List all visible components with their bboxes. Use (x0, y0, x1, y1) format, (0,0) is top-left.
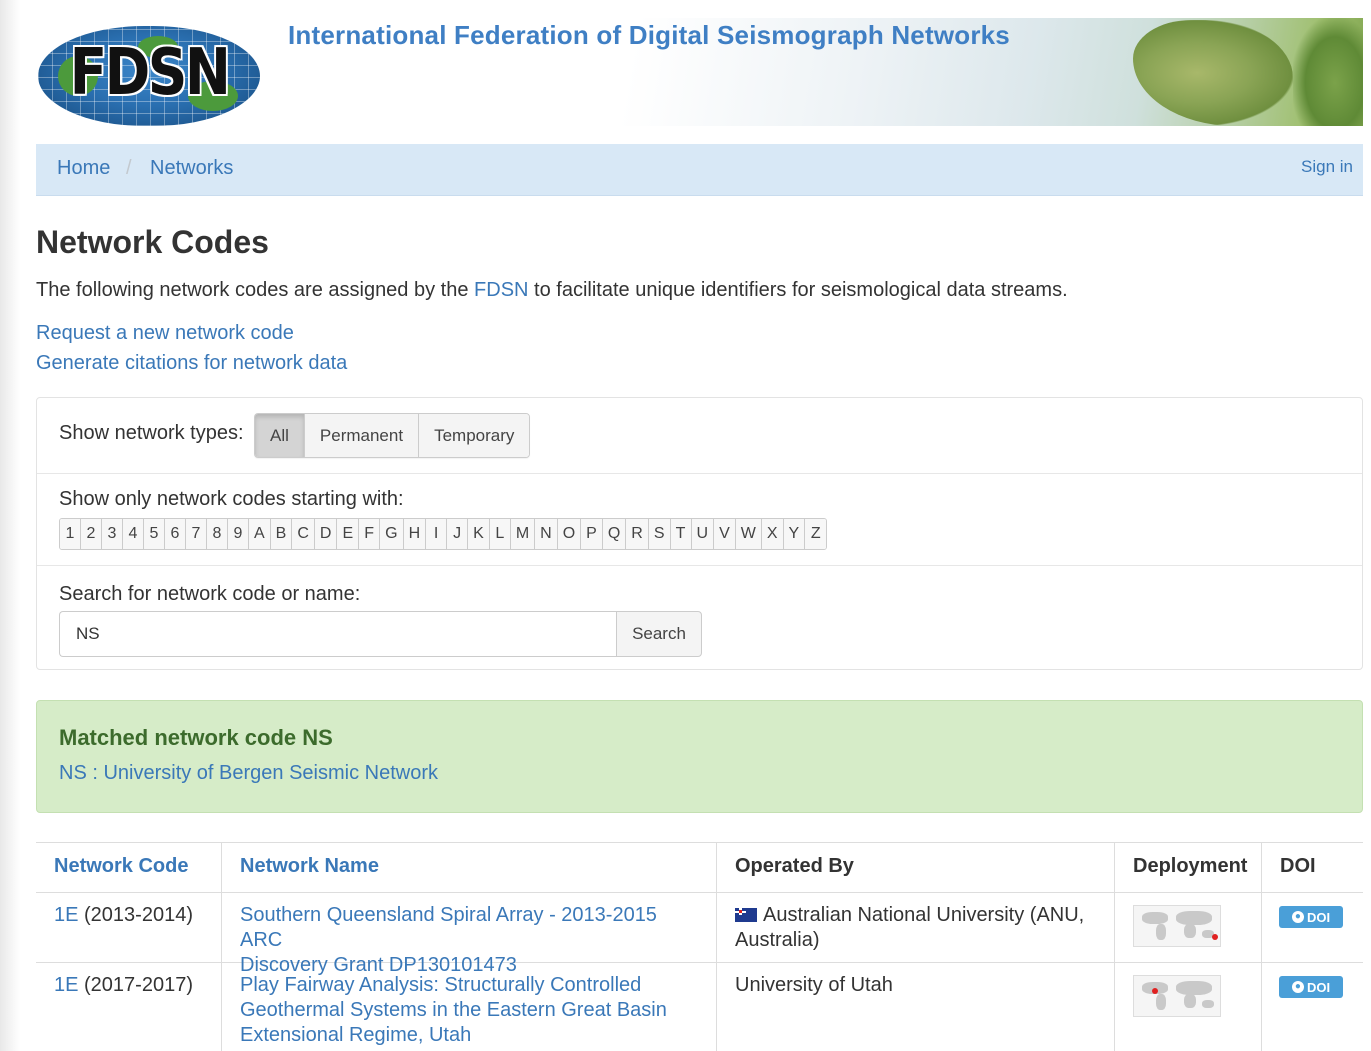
matched-network-link[interactable]: NS : University of Bergen Seismic Networ… (59, 762, 438, 785)
network-type-toggle: All Permanent Temporary (254, 413, 531, 458)
type-all-button[interactable]: All (255, 414, 305, 457)
panel-divider (37, 565, 1362, 566)
deployment-map-icon[interactable] (1133, 975, 1221, 1017)
network-types-label: Show network types: (59, 422, 244, 444)
page-edge-shadow (0, 0, 20, 1051)
header-network-name[interactable]: Network Name (221, 843, 716, 892)
network-code-link[interactable]: 1E (54, 904, 78, 926)
type-permanent-button[interactable]: Permanent (304, 414, 420, 457)
fdsn-logo[interactable]: FDSN (36, 22, 262, 126)
doi-cell: ● DOI (1261, 893, 1363, 962)
intro-text: The following network codes are assigned… (36, 279, 1068, 301)
search-button[interactable]: Search (616, 611, 702, 657)
letter-filter-8[interactable]: 8 (207, 519, 228, 549)
letter-filter-1[interactable]: 1 (60, 519, 81, 549)
letter-filter-r[interactable]: R (626, 519, 649, 549)
match-title: Matched network code NS (59, 725, 333, 750)
match-alert: Matched network code NS NS : University … (36, 700, 1363, 813)
starting-with-label: Show only network codes starting with: (59, 488, 404, 510)
letter-filter-v[interactable]: V (714, 519, 736, 549)
letter-filter-bar: 123456789ABCDEFGHIJKLMNOPQRSTUVWXYZ (59, 518, 828, 550)
search-label: Search for network code or name: (59, 583, 361, 605)
letter-filter-i[interactable]: I (426, 519, 448, 549)
letter-filter-x[interactable]: X (761, 519, 784, 549)
header-doi: DOI (1261, 843, 1363, 892)
fdsn-link[interactable]: FDSN (474, 279, 528, 301)
network-name-cell: Play Fairway Analysis: Structurally Cont… (221, 963, 716, 1051)
search-group: NS Search (59, 611, 702, 657)
letter-filter-l[interactable]: L (489, 519, 511, 549)
network-code-cell: 1E (2013-2014) (54, 904, 193, 926)
letter-filter-y[interactable]: Y (783, 519, 806, 549)
table-row: 1E (2017-2017) Play Fairway Analysis: St… (36, 963, 1363, 1051)
breadcrumb-networks[interactable]: Networks (150, 157, 233, 180)
header-network-code[interactable]: Network Code (36, 843, 221, 892)
breadcrumb-home[interactable]: Home (57, 157, 110, 180)
letter-filter-p[interactable]: P (581, 519, 603, 549)
network-code-cell: 1E (2017-2017) (54, 974, 193, 996)
letter-filter-u[interactable]: U (691, 519, 715, 549)
letter-filter-n[interactable]: N (535, 519, 558, 549)
header-deployment: Deployment (1114, 843, 1261, 892)
network-name-link[interactable]: Play Fairway Analysis: Structurally Cont… (240, 974, 667, 1046)
globe-icon: ● (1291, 981, 1304, 993)
letter-filter-w[interactable]: W (735, 519, 762, 549)
logo-text: FDSN (69, 36, 231, 110)
letter-filter-c[interactable]: C (292, 519, 315, 549)
letter-filter-m[interactable]: M (510, 519, 536, 549)
breadcrumb-separator: / (126, 157, 132, 179)
site-header: FDSN International Federation of Digital… (36, 18, 1363, 128)
doi-button[interactable]: ● DOI (1279, 906, 1343, 928)
letter-filter-f[interactable]: F (359, 519, 381, 549)
letter-filter-a[interactable]: A (249, 519, 271, 549)
letter-filter-9[interactable]: 9 (228, 519, 249, 549)
letter-filter-7[interactable]: 7 (186, 519, 207, 549)
australia-flag-icon (735, 908, 757, 922)
page-title: Network Codes (36, 224, 269, 260)
request-network-code-link[interactable]: Request a new network code (36, 322, 294, 345)
deployment-cell (1114, 963, 1261, 1051)
letter-filter-3[interactable]: 3 (102, 519, 123, 549)
doi-button[interactable]: ● DOI (1279, 976, 1343, 998)
type-temporary-button[interactable]: Temporary (419, 414, 530, 457)
letter-filter-d[interactable]: D (314, 519, 338, 549)
letter-filter-5[interactable]: 5 (144, 519, 165, 549)
letter-filter-o[interactable]: O (557, 519, 582, 549)
table-row: 1E (2013-2014) Southern Queensland Spira… (36, 893, 1363, 976)
letter-filter-t[interactable]: T (670, 519, 692, 549)
table-header-row: Network Code Network Name Operated By De… (36, 843, 1363, 893)
network-code-link[interactable]: 1E (54, 974, 78, 996)
network-table: Network Code Network Name Operated By De… (36, 842, 1363, 1051)
header-operated-by: Operated By (716, 843, 1114, 892)
letter-filter-z[interactable]: Z (805, 519, 827, 549)
letter-filter-g[interactable]: G (380, 519, 404, 549)
letter-filter-k[interactable]: K (468, 519, 490, 549)
sign-in-link[interactable]: Sign in (1301, 157, 1353, 177)
page: FDSN International Federation of Digital… (0, 0, 1371, 1051)
letter-filter-e[interactable]: E (337, 519, 360, 549)
letter-filter-q[interactable]: Q (602, 519, 627, 549)
letter-filter-h[interactable]: H (403, 519, 427, 549)
letter-filter-b[interactable]: B (270, 519, 293, 549)
operated-by-cell: Australian National University (ANU, Aust… (716, 893, 1114, 962)
generate-citations-link[interactable]: Generate citations for network data (36, 352, 347, 375)
doi-cell: ● DOI (1261, 963, 1363, 1051)
network-name-cell: Southern Queensland Spiral Array - 2013-… (221, 893, 716, 976)
letter-filter-4[interactable]: 4 (123, 519, 144, 549)
letter-filter-s[interactable]: S (648, 519, 671, 549)
letter-filter-6[interactable]: 6 (165, 519, 186, 549)
breadcrumb-navbar: Home / Networks Sign in (36, 144, 1363, 196)
filter-panel: Show network types: All Permanent Tempor… (36, 397, 1363, 670)
letter-filter-2[interactable]: 2 (81, 519, 102, 549)
deployment-map-icon[interactable] (1133, 905, 1221, 947)
letter-filter-j[interactable]: J (447, 519, 469, 549)
search-input[interactable]: NS (59, 611, 616, 657)
deployment-cell (1114, 893, 1261, 962)
operated-by-cell: University of Utah (716, 963, 1114, 1051)
site-title: International Federation of Digital Seis… (288, 20, 1010, 50)
panel-divider (37, 473, 1362, 474)
globe-icon: ● (1291, 911, 1304, 923)
